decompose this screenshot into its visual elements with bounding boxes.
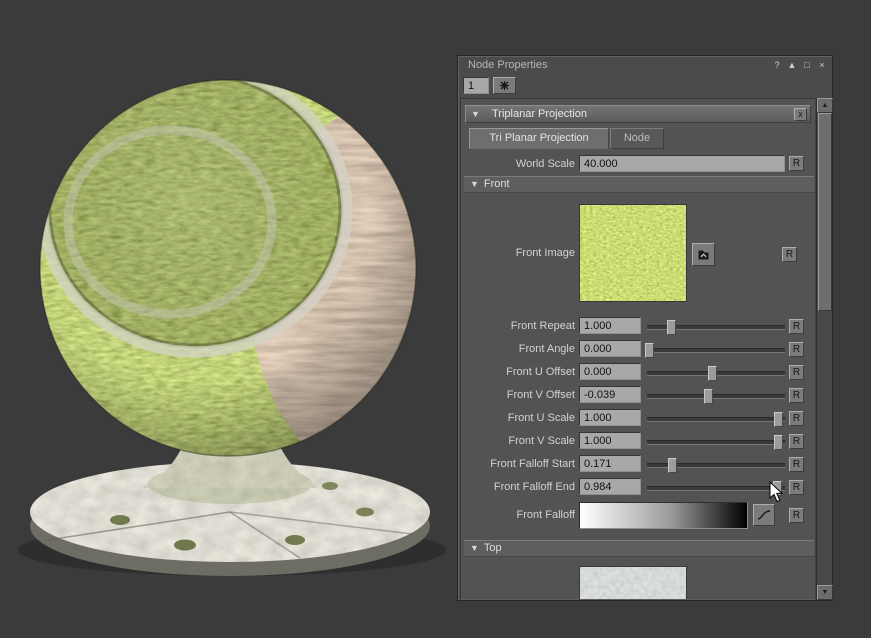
collapse-triangle-icon[interactable]: ▼	[470, 543, 479, 553]
param-value-input[interactable]	[579, 455, 641, 472]
slider-handle[interactable]	[668, 458, 677, 473]
front-section-header[interactable]: ▼ Front	[464, 176, 814, 193]
slider-handle[interactable]	[774, 435, 783, 450]
edit-falloff-curve-button[interactable]	[753, 504, 775, 526]
node-index-field[interactable]	[463, 77, 489, 94]
param-label: Front Falloff Start	[461, 458, 575, 470]
param-row-front-falloff-end: Front Falloff End R	[461, 477, 816, 500]
param-label: Front U Scale	[461, 412, 575, 424]
reset-button[interactable]: R	[789, 342, 804, 357]
param-row-front-v-scale: Front V Scale R	[461, 431, 816, 454]
slider-handle[interactable]	[704, 389, 713, 404]
slider-handle[interactable]	[645, 343, 654, 358]
tab-tri-planar-projection[interactable]: Tri Planar Projection	[469, 128, 609, 149]
top-section-label: Top	[484, 542, 502, 554]
window-controls: ? ▲ □ ×	[771, 59, 828, 71]
slider	[647, 454, 785, 477]
world-scale-label: World Scale	[461, 158, 575, 170]
reset-button[interactable]: R	[789, 480, 804, 495]
param-value-input[interactable]	[579, 317, 641, 334]
pin-icon[interactable]: ▲	[786, 59, 798, 71]
slider-handle[interactable]	[667, 320, 676, 335]
reset-button[interactable]: R	[789, 434, 804, 449]
param-label: Front Falloff End	[461, 481, 575, 493]
param-label: Front V Offset	[461, 389, 575, 401]
material-preview-viewport[interactable]	[0, 0, 457, 638]
front-section-label: Front	[484, 178, 510, 190]
param-row-front-u-scale: Front U Scale R	[461, 408, 816, 431]
node-properties-window: Node Properties ? ▲ □ × ▼ Triplanar Proj…	[457, 55, 833, 601]
reset-button[interactable]: R	[789, 457, 804, 472]
param-value-input[interactable]	[579, 386, 641, 403]
tab-node[interactable]: Node	[610, 128, 664, 149]
load-image-button[interactable]	[692, 243, 715, 266]
param-label: Front Repeat	[461, 320, 575, 332]
slider	[647, 477, 785, 500]
slider-handle[interactable]	[774, 412, 783, 427]
top-image-thumbnail[interactable]	[579, 566, 687, 600]
front-falloff-gradient[interactable]	[579, 502, 748, 529]
slider-track[interactable]	[647, 417, 785, 422]
reset-button[interactable]: R	[789, 508, 804, 523]
top-section-header[interactable]: ▼ Top	[464, 540, 814, 557]
param-row-front-repeat: Front Repeat R	[461, 316, 816, 339]
slider-track[interactable]	[647, 486, 785, 491]
slider	[647, 408, 785, 431]
window-title: Node Properties	[468, 59, 548, 71]
param-value-input[interactable]	[579, 340, 641, 357]
slider-track[interactable]	[647, 348, 785, 353]
collapse-triangle-icon[interactable]: ▼	[471, 109, 480, 119]
help-icon[interactable]: ?	[771, 59, 783, 71]
reset-button[interactable]: R	[789, 411, 804, 426]
scrollbar-thumb[interactable]	[818, 113, 832, 311]
reset-button[interactable]: R	[789, 156, 804, 171]
front-image-label: Front Image	[461, 247, 575, 259]
param-label: Front V Scale	[461, 435, 575, 447]
window-titlebar[interactable]: Node Properties ? ▲ □ ×	[458, 56, 832, 74]
param-value-input[interactable]	[579, 363, 641, 380]
remove-node-button[interactable]: x	[794, 108, 807, 121]
slider	[647, 362, 785, 385]
scroll-up-button[interactable]: ▲	[817, 98, 833, 113]
scroll-down-button[interactable]: ▼	[817, 585, 833, 600]
close-icon[interactable]: ×	[816, 59, 828, 71]
param-row-front-angle: Front Angle R	[461, 339, 816, 362]
restore-icon[interactable]: □	[801, 59, 813, 71]
slider	[647, 385, 785, 408]
front-falloff-label: Front Falloff	[461, 509, 575, 521]
world-scale-row: World Scale R	[461, 154, 816, 174]
param-label: Front U Offset	[461, 366, 575, 378]
collapse-triangle-icon[interactable]: ▼	[470, 179, 479, 189]
node-title: Triplanar Projection	[492, 108, 587, 120]
reset-button[interactable]: R	[782, 247, 797, 262]
mouse-cursor	[769, 481, 784, 503]
slider	[647, 431, 785, 454]
desktop: { "window": { "title": "Node Properties"…	[0, 0, 871, 638]
slider-track[interactable]	[647, 440, 785, 445]
reset-button[interactable]: R	[789, 319, 804, 334]
slider	[647, 339, 785, 362]
front-image-thumbnail[interactable]	[579, 204, 687, 302]
param-label: Front Angle	[461, 343, 575, 355]
param-value-input[interactable]	[579, 478, 641, 495]
reset-button[interactable]: R	[789, 365, 804, 380]
param-value-input[interactable]	[579, 432, 641, 449]
edit-curve-icon	[757, 509, 771, 521]
load-image-icon	[697, 248, 710, 261]
node-edit-icon	[499, 80, 510, 91]
param-row-front-u-offset: Front U Offset R	[461, 362, 816, 385]
param-row-front-falloff-start: Front Falloff Start R	[461, 454, 816, 477]
properties-scroll-area: ▼ Triplanar Projection x Tri Planar Proj…	[460, 98, 816, 600]
param-value-input[interactable]	[579, 409, 641, 426]
slider	[647, 316, 785, 339]
reset-button[interactable]: R	[789, 388, 804, 403]
node-header[interactable]: ▼ Triplanar Projection x	[465, 105, 811, 123]
slider-track[interactable]	[647, 394, 785, 399]
open-node-editor-button[interactable]	[493, 77, 516, 94]
slider-handle[interactable]	[708, 366, 717, 381]
world-scale-input[interactable]	[579, 155, 785, 172]
param-row-front-v-offset: Front V Offset R	[461, 385, 816, 408]
vertical-scrollbar[interactable]: ▲ ▼	[816, 98, 832, 600]
